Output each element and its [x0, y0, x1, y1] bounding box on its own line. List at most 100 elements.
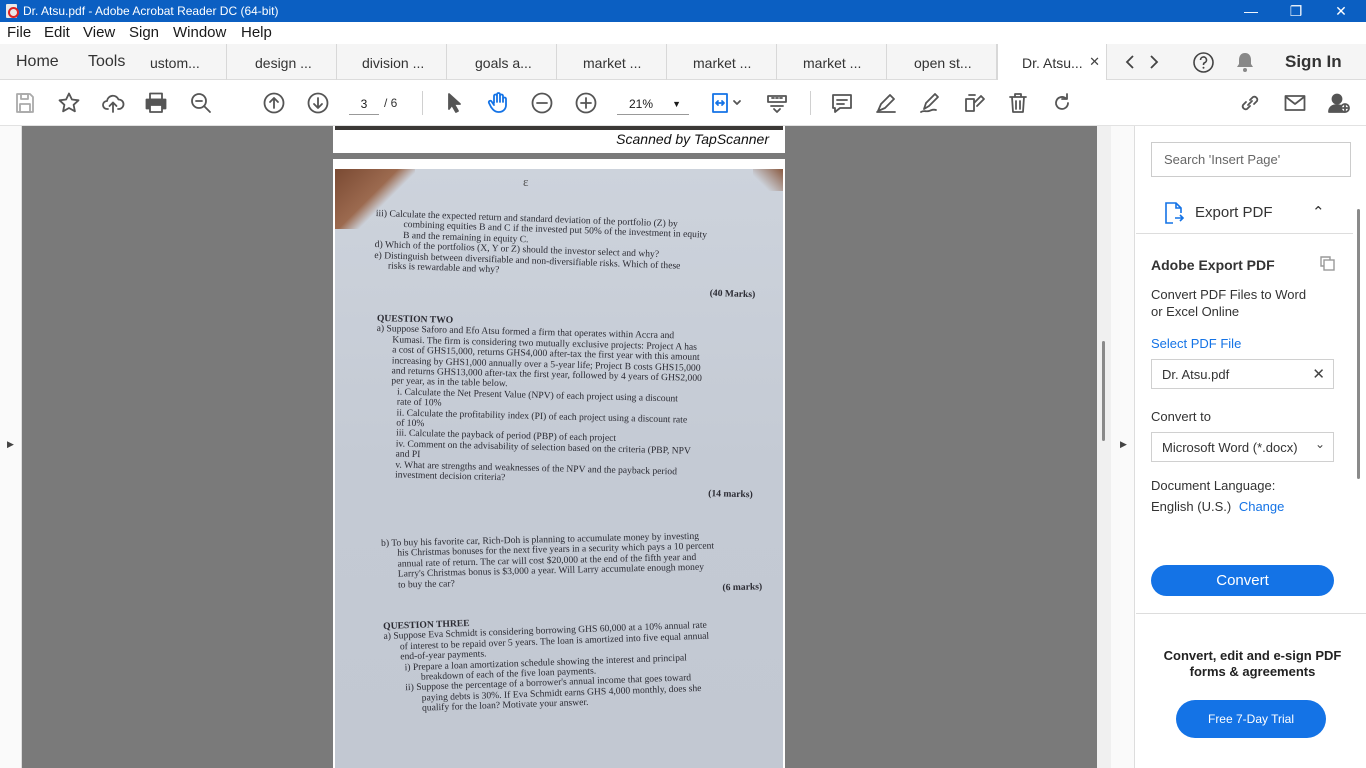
doc-tab[interactable]: design ... — [227, 44, 337, 80]
zoom-search-icon[interactable] — [187, 89, 215, 117]
save-icon[interactable] — [11, 89, 39, 117]
menu-view[interactable]: View — [83, 24, 115, 41]
toolbar-divider — [422, 91, 423, 115]
free-trial-button[interactable]: Free 7-Day Trial — [1176, 700, 1326, 738]
upload-cloud-icon[interactable] — [99, 89, 127, 117]
right-tools-pane: Search 'Insert Page' Export PDF ⌃ Adobe … — [1136, 126, 1366, 768]
scroll-mode-icon[interactable] — [763, 89, 791, 117]
desk-edge-shadow — [753, 169, 783, 191]
tab-bar: Home Tools ustom... design ... division … — [0, 44, 1366, 80]
zoom-out-icon[interactable] — [528, 89, 556, 117]
hand-tool-icon[interactable] — [484, 89, 512, 117]
doc-tab[interactable]: market ... — [777, 44, 887, 80]
doc-tab[interactable]: market ... — [667, 44, 777, 80]
scrollbar-thumb[interactable] — [1102, 341, 1105, 441]
menu-bar: File Edit View Sign Window Help — [0, 22, 1366, 44]
delete-trash-icon[interactable] — [1004, 89, 1032, 117]
question-one-continued: iii) Calculate the expected return and s… — [374, 208, 756, 301]
menu-help[interactable]: Help — [241, 24, 272, 41]
promo-text: Convert, edit and e-sign PDF forms & agr… — [1163, 648, 1342, 679]
export-pdf-header[interactable]: Export PDF ⌃ — [1136, 194, 1353, 234]
doc-tab-active[interactable]: Dr. Atsu... ✕ — [997, 44, 1107, 80]
doc-tab[interactable]: open st... — [887, 44, 997, 80]
right-pane-toggle-strip: ▶ — [1111, 126, 1135, 768]
promo-section: Convert, edit and e-sign PDF forms & agr… — [1136, 613, 1366, 768]
doc-tab[interactable]: goals a... — [447, 44, 557, 80]
help-icon[interactable] — [1192, 51, 1215, 74]
expand-left-panel-icon[interactable]: ▶ — [7, 439, 14, 450]
clear-file-icon[interactable]: ✕ — [1312, 365, 1325, 383]
sign-in-link[interactable]: Sign In — [1285, 52, 1342, 72]
chevron-down-icon: ▼ — [672, 99, 681, 109]
zoom-level-select[interactable]: 21% ▼ — [617, 93, 689, 115]
doc-tab[interactable]: ustom... — [140, 44, 227, 80]
acrobat-app-icon — [6, 4, 19, 18]
pdf-page-3: ε iii) Calculate the expected return and… — [333, 159, 785, 768]
adobe-export-description: Convert PDF Files to Word or Excel Onlin… — [1151, 287, 1307, 319]
menu-window[interactable]: Window — [173, 24, 226, 41]
tab-tools[interactable]: Tools — [88, 53, 125, 71]
collapse-right-pane-icon[interactable]: ▶ — [1120, 439, 1127, 450]
menu-file[interactable]: File — [7, 24, 31, 41]
share-link-icon[interactable] — [1236, 89, 1264, 117]
pdf-page-2-bottom: Scanned by TapScanner — [333, 126, 785, 153]
question-two-b: b) To buy his favorite car, Rich-Doh is … — [380, 530, 763, 594]
document-scrollbar[interactable] — [1097, 126, 1111, 768]
chevron-up-icon[interactable]: ⌃ — [1312, 203, 1325, 221]
doc-tab[interactable]: market ... — [557, 44, 667, 80]
toolbar-divider — [810, 91, 811, 115]
document-language-value: English (U.S.) — [1151, 499, 1232, 514]
change-language-link[interactable]: Change — [1239, 499, 1285, 514]
page-mark: ε — [523, 174, 529, 189]
tab-scroll-left-icon[interactable] — [1124, 54, 1136, 70]
tools-search-input[interactable]: Search 'Insert Page' — [1151, 142, 1351, 177]
selected-file-field[interactable]: Dr. Atsu.pdf ✕ — [1151, 359, 1334, 389]
fill-sign-icon[interactable] — [960, 89, 988, 117]
close-window-button[interactable]: ✕ — [1318, 0, 1364, 22]
copy-settings-icon[interactable] — [1319, 255, 1336, 272]
convert-button[interactable]: Convert — [1151, 565, 1334, 596]
page-number-input[interactable]: 3 — [349, 93, 379, 115]
menu-edit[interactable]: Edit — [44, 24, 70, 41]
convert-to-label: Convert to — [1151, 409, 1211, 424]
menu-sign[interactable]: Sign — [129, 24, 159, 41]
select-pdf-file-link[interactable]: Select PDF File — [1151, 336, 1241, 351]
print-icon[interactable] — [142, 89, 170, 117]
scrollbar-thumb[interactable] — [1357, 209, 1360, 479]
title-bar: Dr. Atsu.pdf - Adobe Acrobat Reader DC (… — [0, 0, 1366, 22]
restore-button[interactable]: ❐ — [1273, 0, 1319, 22]
selected-file-name: Dr. Atsu.pdf — [1162, 367, 1230, 382]
convert-format-value: Microsoft Word (*.docx) — [1162, 440, 1298, 455]
close-tab-icon[interactable]: ✕ — [1089, 54, 1100, 70]
document-language-row: English (U.S.) Change — [1151, 499, 1284, 514]
notification-bell-icon[interactable] — [1235, 51, 1255, 73]
question-three: QUESTION THREE a) Suppose Eva Schmidt is… — [382, 617, 710, 714]
toolbar: 3 / 6 21% ▼ — [0, 81, 1366, 126]
draw-sign-icon[interactable] — [916, 89, 944, 117]
select-cursor-icon[interactable] — [440, 89, 468, 117]
minimize-button[interactable]: — — [1228, 0, 1274, 22]
doc-tab[interactable]: division ... — [337, 44, 447, 80]
convert-format-select[interactable]: Microsoft Word (*.docx) ⌄ — [1151, 432, 1334, 462]
previous-page-icon[interactable] — [260, 89, 288, 117]
chevron-down-icon: ⌄ — [1314, 437, 1325, 451]
rotate-icon[interactable] — [1048, 89, 1076, 117]
left-panel-collapsed: ▶ — [0, 126, 22, 768]
bookmark-star-icon[interactable] — [55, 89, 83, 117]
tab-home[interactable]: Home — [16, 53, 59, 71]
next-page-icon[interactable] — [304, 89, 332, 117]
scanned-photo: ε iii) Calculate the expected return and… — [335, 169, 783, 768]
question-two: QUESTION TWO a) Suppose Saforo and Efo A… — [376, 313, 753, 500]
right-pane-scrollbar[interactable] — [1352, 194, 1366, 614]
tab-scroll-right-icon[interactable] — [1148, 54, 1160, 70]
page-fit-icon[interactable] — [706, 89, 746, 117]
page-total: / 6 — [384, 96, 398, 110]
scan-photo-edge — [335, 126, 783, 130]
add-user-icon[interactable] — [1325, 89, 1353, 117]
zoom-in-icon[interactable] — [572, 89, 600, 117]
comment-icon[interactable] — [828, 89, 856, 117]
adobe-export-title: Adobe Export PDF — [1151, 257, 1275, 273]
highlight-pen-icon[interactable] — [872, 89, 900, 117]
window-title: Dr. Atsu.pdf - Adobe Acrobat Reader DC (… — [23, 4, 279, 18]
email-icon[interactable] — [1281, 89, 1309, 117]
